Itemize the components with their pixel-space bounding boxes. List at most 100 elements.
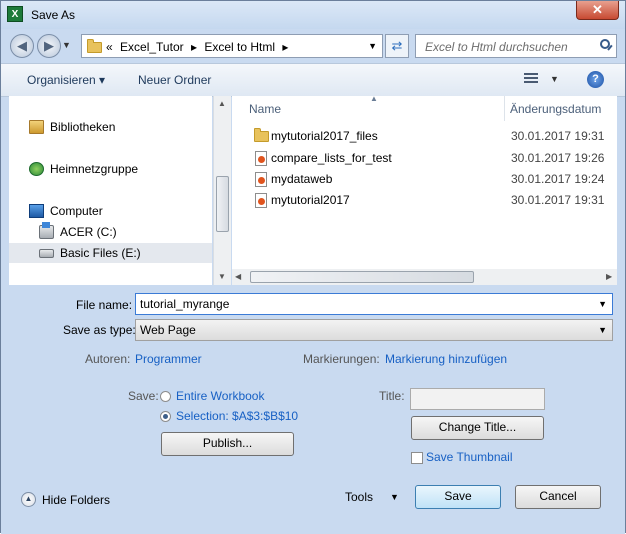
column-header-date[interactable]: Änderungsdatum [510, 102, 601, 116]
breadcrumb: « Excel_Tutor ▸ Excel to Html ▸ [106, 40, 292, 54]
html-file-icon [255, 151, 267, 166]
homegroup-icon [29, 162, 44, 176]
excel-app-icon: X [7, 6, 23, 22]
search-placeholder: Excel to Html durchsuchen [425, 40, 568, 54]
tools-menu[interactable]: Tools [345, 490, 373, 504]
file-date: 30.01.2017 19:24 [511, 172, 605, 186]
window-title: Save As [31, 8, 76, 22]
address-bar[interactable]: « Excel_Tutor ▸ Excel to Html ▸ ▼ [81, 34, 383, 58]
nav-item-label: ACER (C:) [60, 225, 117, 239]
save-button[interactable]: Save [415, 485, 501, 509]
nav-item-label: Bibliotheken [50, 120, 116, 134]
nav-item-libraries[interactable]: Bibliotheken [25, 117, 205, 137]
scrollbar-thumb[interactable] [216, 176, 229, 232]
file-row[interactable]: mytutorial2017_files 30.01.2017 19:31 [252, 126, 617, 147]
save-options-panel: File name: tutorial_myrange ▼ Save as ty… [1, 287, 625, 534]
scroll-left-icon[interactable]: ◀ [235, 272, 241, 281]
nav-pane-scrollbar[interactable]: ▲ ▼ [213, 96, 231, 285]
save-as-type-label: Save as type: [63, 323, 136, 337]
breadcrumb-separator-icon[interactable]: ▸ [282, 40, 288, 54]
file-date: 30.01.2017 19:26 [511, 151, 605, 165]
search-icon[interactable] [600, 39, 610, 49]
nav-item-acer-drive[interactable]: ACER (C:) [35, 222, 205, 242]
file-list-horizontal-scrollbar[interactable]: ◀ ▶ [232, 269, 617, 285]
title-field[interactable] [410, 388, 545, 410]
file-name: compare_lists_for_test [271, 151, 392, 165]
nav-item-homegroup[interactable]: Heimnetzgruppe [25, 159, 205, 179]
entire-workbook-label[interactable]: Entire Workbook [176, 389, 264, 403]
computer-icon [29, 204, 44, 218]
publish-button[interactable]: Publish... [161, 432, 294, 456]
new-folder-button[interactable]: Neuer Ordner [138, 73, 211, 87]
file-row[interactable]: mydataweb 30.01.2017 19:24 [252, 169, 617, 190]
nav-item-label: Heimnetzgruppe [50, 162, 139, 176]
chevron-down-icon[interactable]: ▼ [598, 299, 607, 309]
file-row[interactable]: mytutorial2017 30.01.2017 19:31 [252, 190, 617, 211]
title-bar[interactable]: X Save As ✕ [1, 1, 625, 29]
view-options-dropdown-icon[interactable]: ▼ [550, 74, 559, 84]
chevron-up-icon[interactable]: ▲ [21, 492, 36, 507]
title-label: Title: [379, 389, 405, 403]
save-thumbnail-label[interactable]: Save Thumbnail [426, 450, 513, 464]
change-view-icon[interactable] [524, 73, 538, 85]
file-name: mydataweb [271, 172, 333, 186]
change-title-button[interactable]: Change Title... [411, 416, 544, 440]
column-header-name[interactable]: Name [249, 102, 281, 116]
search-input[interactable]: Excel to Html durchsuchen [415, 34, 617, 58]
save-as-type-value: Web Page [140, 323, 196, 337]
nav-item-label: Computer [50, 204, 103, 218]
breadcrumb-item[interactable]: Excel to Html [204, 40, 275, 54]
html-file-icon [255, 172, 267, 187]
organize-button[interactable]: Organisieren ▾ [27, 73, 105, 87]
drive-icon [39, 249, 54, 258]
sort-ascending-icon: ▲ [370, 94, 378, 103]
forward-button[interactable]: ▶ [37, 34, 61, 58]
chevron-down-icon[interactable]: ▼ [598, 325, 607, 335]
tools-dropdown-icon[interactable]: ▼ [390, 492, 399, 502]
selection-label[interactable]: Selection: $A$3:$B$10 [176, 409, 298, 423]
back-button[interactable]: ◀ [10, 34, 34, 58]
tags-label: Markierungen: [303, 352, 380, 366]
library-icon [29, 120, 44, 134]
navigation-pane: Bibliotheken Heimnetzgruppe Computer ACE… [9, 96, 212, 285]
close-button[interactable]: ✕ [576, 1, 619, 20]
save-as-dialog: X Save As ✕ ◀ ▶ ▼ « Excel_Tutor ▸ Excel … [0, 0, 626, 534]
file-row[interactable]: compare_lists_for_test 30.01.2017 19:26 [252, 148, 617, 169]
command-bar: Organisieren ▾ Neuer Ordner ▼ ? [1, 63, 625, 97]
authors-field[interactable]: Programmer [135, 352, 202, 366]
save-scope-label: Save: [128, 389, 159, 403]
hide-folders-button[interactable]: Hide Folders [42, 493, 110, 507]
folder-icon [87, 39, 102, 53]
column-divider[interactable] [504, 96, 505, 121]
entire-workbook-radio[interactable] [160, 391, 171, 402]
file-list: ▲ Name Änderungsdatum mytutorial2017_fil… [232, 94, 617, 269]
address-dropdown-icon[interactable]: ▼ [368, 41, 377, 51]
scroll-up-icon[interactable]: ▲ [218, 99, 226, 108]
nav-item-basic-files-drive[interactable]: Basic Files (E:) [9, 243, 212, 263]
folder-icon [254, 128, 269, 142]
save-as-type-select[interactable]: Web Page ▼ [135, 319, 613, 341]
breadcrumb-overflow[interactable]: « [106, 40, 113, 54]
file-name-value: tutorial_myrange [140, 297, 230, 311]
nav-item-label: Basic Files (E:) [60, 246, 141, 260]
file-name: mytutorial2017 [271, 193, 350, 207]
cancel-button[interactable]: Cancel [515, 485, 601, 509]
file-name-field[interactable]: tutorial_myrange ▼ [135, 293, 613, 315]
os-drive-icon [39, 222, 54, 239]
breadcrumb-separator-icon[interactable]: ▸ [191, 40, 197, 54]
scroll-down-icon[interactable]: ▼ [218, 272, 226, 281]
authors-label: Autoren: [85, 352, 131, 366]
recent-pages-dropdown-icon[interactable]: ▼ [62, 40, 71, 50]
breadcrumb-item[interactable]: Excel_Tutor [120, 40, 184, 54]
refresh-button[interactable]: ⇄ [385, 34, 409, 58]
file-name-label: File name: [76, 298, 133, 312]
save-thumbnail-checkbox[interactable] [411, 452, 423, 464]
scroll-right-icon[interactable]: ▶ [606, 272, 612, 281]
help-icon[interactable]: ? [587, 71, 604, 88]
selection-radio[interactable] [160, 411, 171, 422]
navigation-row: ◀ ▶ ▼ « Excel_Tutor ▸ Excel to Html ▸ ▼ … [1, 31, 625, 61]
nav-item-computer[interactable]: Computer [25, 201, 205, 221]
scrollbar-thumb[interactable] [250, 271, 474, 283]
tags-field[interactable]: Markierung hinzufügen [385, 352, 507, 366]
file-name: mytutorial2017_files [271, 129, 378, 143]
